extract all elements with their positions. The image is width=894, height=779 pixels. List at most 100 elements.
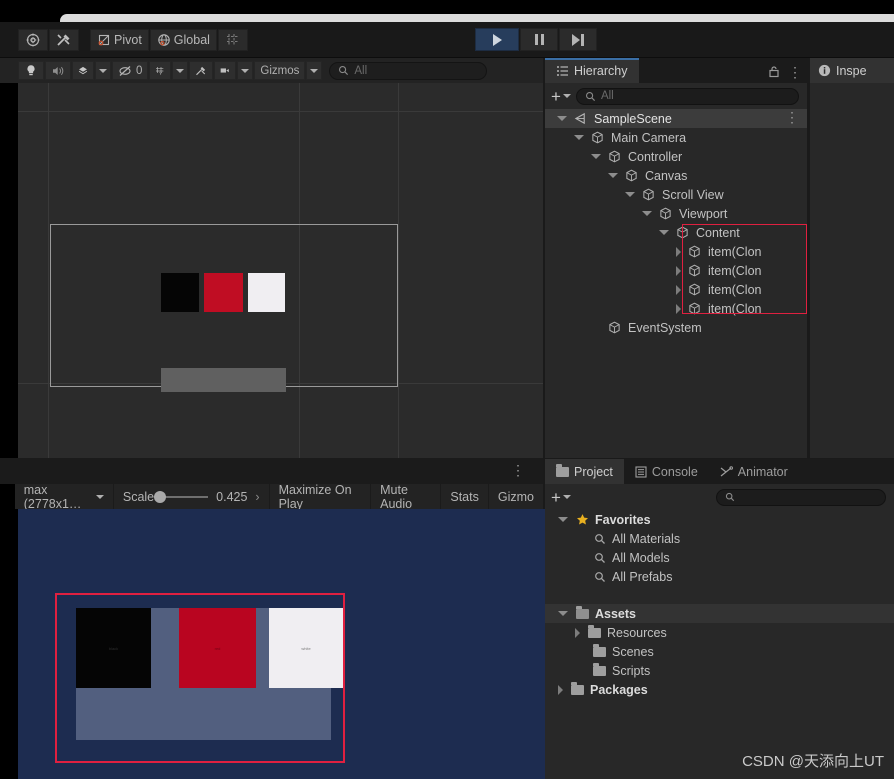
search-icon: [592, 552, 607, 564]
expand-arrow-right-icon[interactable]: [676, 303, 681, 314]
project-search-input[interactable]: [716, 488, 886, 506]
project-row-scripts[interactable]: Scripts: [545, 661, 894, 680]
scene-icon: [574, 112, 587, 125]
hierarchy-row-controller[interactable]: Controller: [545, 147, 807, 166]
hierarchy-search-input[interactable]: All: [575, 87, 799, 105]
expand-arrow-down-icon[interactable]: [558, 517, 568, 522]
lighting-toggle[interactable]: [18, 61, 44, 80]
mute-audio-toggle[interactable]: Mute Audio: [371, 483, 442, 511]
hierarchy-row-item-clon[interactable]: item(Clon: [545, 242, 807, 261]
hierarchy-row-label: Viewport: [679, 206, 728, 221]
project-row-favorites[interactable]: Favorites: [545, 510, 894, 529]
hierarchy-row-scroll-view[interactable]: Scroll View: [545, 185, 807, 204]
game-view[interactable]: black red white: [18, 509, 561, 779]
project-row-label: All Materials: [612, 531, 681, 546]
tab-inspector[interactable]: Inspe: [810, 58, 894, 83]
expand-arrow-right-icon[interactable]: [558, 684, 563, 695]
hierarchy-row-item-clon[interactable]: item(Clon: [545, 280, 807, 299]
project-row-label: Packages: [590, 682, 648, 697]
expand-arrow-right-icon[interactable]: [676, 265, 681, 276]
hierarchy-row-content[interactable]: Content: [545, 223, 807, 242]
expand-arrow-right-icon[interactable]: [676, 284, 681, 295]
expand-arrow-down-icon[interactable]: [625, 192, 635, 197]
game-scale-slider[interactable]: Scale 0.425 ›: [114, 484, 270, 509]
expand-arrow-right-icon[interactable]: [676, 246, 681, 257]
fx-dropdown[interactable]: [95, 61, 111, 80]
project-row-all-materials[interactable]: All Materials: [545, 529, 894, 548]
scene-view[interactable]: [18, 83, 543, 458]
gizmos-toggle[interactable]: Gizmos: [254, 61, 306, 80]
scene-camera-dropdown[interactable]: [237, 61, 254, 80]
scale-slider-knob[interactable]: [154, 490, 167, 503]
lock-icon[interactable]: [768, 65, 780, 78]
pause-button[interactable]: [520, 28, 558, 51]
hidden-objects-toggle[interactable]: 0: [112, 61, 149, 80]
project-add-button[interactable]: +: [551, 489, 571, 506]
scene-card-white[interactable]: [248, 273, 285, 312]
hierarchy-row-canvas[interactable]: Canvas: [545, 166, 807, 185]
tab-console[interactable]: Console: [624, 459, 709, 484]
project-row-resources[interactable]: Resources: [545, 623, 894, 642]
tab-animator[interactable]: Animator: [709, 459, 799, 484]
tab-hierarchy-label: Hierarchy: [574, 63, 628, 78]
chevron-down-icon: [562, 495, 571, 499]
project-row-all-prefabs[interactable]: All Prefabs: [545, 567, 894, 586]
expand-arrow-down-icon[interactable]: [591, 154, 601, 159]
expand-arrow-right-icon[interactable]: [575, 627, 580, 638]
expand-arrow-down-icon[interactable]: [642, 211, 652, 216]
scene-card-red[interactable]: [204, 273, 243, 312]
hierarchy-row-label: Canvas: [645, 168, 688, 183]
audio-toggle[interactable]: [45, 61, 71, 80]
hierarchy-row-menu-icon[interactable]: ⋮: [785, 110, 799, 124]
game-panel-menu-icon[interactable]: ⋮: [511, 463, 525, 477]
hierarchy-row-item-clon[interactable]: item(Clon: [545, 299, 807, 318]
expand-arrow-down-icon[interactable]: [558, 611, 568, 616]
hierarchy-row-main-camera[interactable]: Main Camera: [545, 128, 807, 147]
global-toggle[interactable]: Global: [149, 28, 217, 51]
pivot-center-icon[interactable]: [18, 28, 48, 51]
game-card-black[interactable]: black: [76, 608, 151, 688]
expand-arrow-down-icon[interactable]: [557, 116, 567, 121]
hierarchy-row-samplescene[interactable]: SampleScene ⋮: [545, 109, 807, 128]
camera-icon: [221, 68, 230, 73]
expand-arrow-down-icon[interactable]: [659, 230, 669, 235]
scene-tools-icon[interactable]: [189, 61, 214, 80]
project-row-all-models[interactable]: All Models: [545, 548, 894, 567]
play-button[interactable]: [475, 28, 519, 51]
pivot-icon: [97, 33, 111, 47]
maximize-on-play-toggle[interactable]: Maximize On Play: [270, 483, 372, 511]
project-row-packages[interactable]: Packages: [545, 680, 894, 699]
game-resolution-dropdown[interactable]: max (2778x1…: [15, 483, 114, 511]
expand-arrow-down-icon[interactable]: [608, 173, 618, 178]
hierarchy-row-item-clon[interactable]: item(Clon: [545, 261, 807, 280]
step-icon: [572, 33, 584, 46]
project-row-scenes[interactable]: Scenes: [545, 642, 894, 661]
game-gizmos-toggle[interactable]: Gizmo: [489, 484, 543, 509]
hierarchy-add-button[interactable]: +: [551, 88, 571, 105]
project-row-assets[interactable]: Assets: [545, 604, 894, 623]
tab-hierarchy[interactable]: Hierarchy: [545, 58, 639, 83]
globe-icon: [157, 33, 171, 47]
scene-card-black[interactable]: [161, 273, 199, 312]
scene-camera-toggle[interactable]: [214, 61, 237, 80]
hierarchy-menu-icon[interactable]: ⋮: [780, 65, 810, 83]
stats-toggle[interactable]: Stats: [441, 484, 489, 509]
game-card-white[interactable]: white: [269, 608, 343, 688]
game-card-red[interactable]: red: [179, 608, 256, 688]
grid-snap-icon[interactable]: [217, 28, 248, 51]
fx-toggle[interactable]: [72, 61, 94, 80]
grid-visibility-toggle[interactable]: Y: [149, 61, 172, 80]
hierarchy-row-eventsystem[interactable]: EventSystem: [545, 318, 807, 337]
expand-arrow-down-icon[interactable]: [574, 135, 584, 140]
folder-icon: [592, 662, 607, 676]
hierarchy-row-viewport[interactable]: Viewport: [545, 204, 807, 223]
tab-project[interactable]: Project: [545, 459, 624, 484]
scale-slider-track[interactable]: [154, 490, 209, 503]
scene-search-input[interactable]: All: [329, 61, 488, 80]
tools-icon[interactable]: [49, 28, 79, 51]
gizmos-dropdown[interactable]: [306, 61, 323, 80]
pivot-toggle[interactable]: Pivot: [90, 28, 149, 51]
step-button[interactable]: [559, 28, 597, 51]
gameobject-icon: [608, 150, 621, 163]
grid-dropdown[interactable]: [172, 61, 189, 80]
